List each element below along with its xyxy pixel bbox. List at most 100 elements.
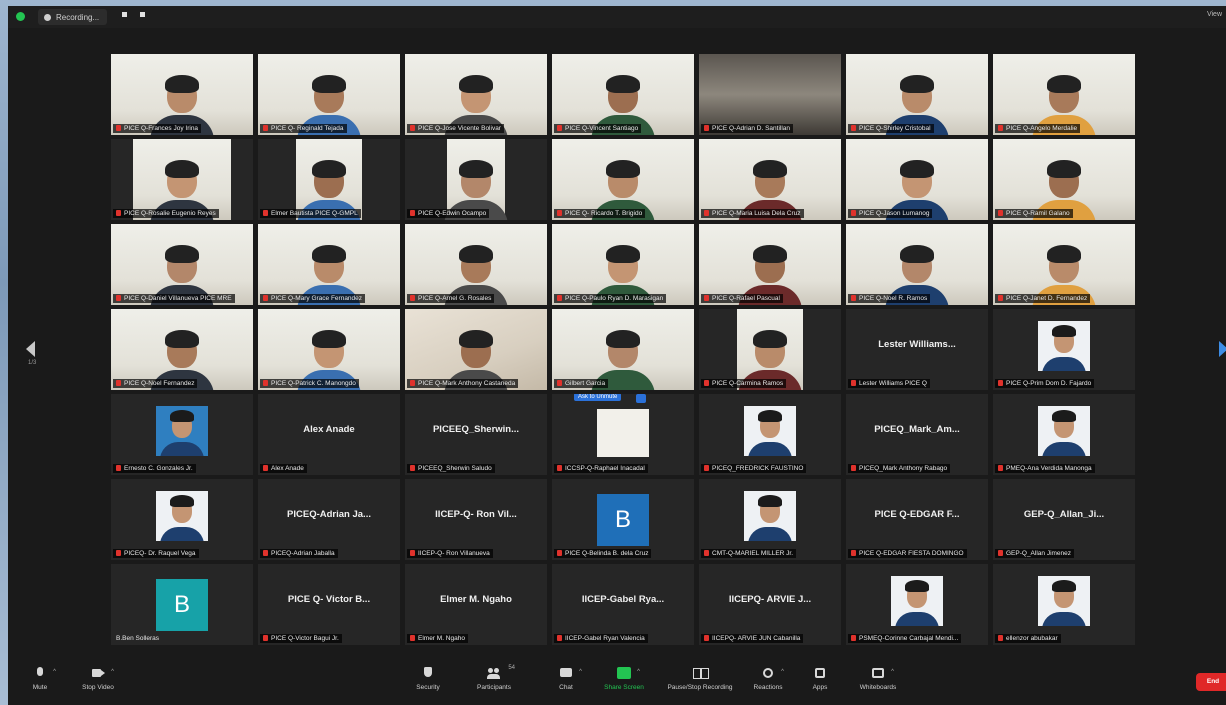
muted-mic-icon: [704, 550, 709, 556]
muted-mic-icon: [116, 125, 121, 131]
participant-tile[interactable]: PICE Q-Jason Lumanog: [846, 139, 988, 220]
participant-video: [846, 224, 988, 305]
participant-tile[interactable]: PICEQ-Adrian Ja... PICEQ-Adrian Jaballa: [258, 479, 400, 560]
participant-name: PICE Q-Patrick C. Manongdo: [260, 379, 359, 388]
stop-recording-icon[interactable]: [140, 12, 145, 17]
security-shield-icon[interactable]: [16, 12, 25, 21]
participant-video: [111, 309, 253, 390]
participant-tile[interactable]: Elmer Bautista PICE Q-GMPL: [258, 139, 400, 220]
participant-tile[interactable]: PICE Q-Noel R. Ramos: [846, 224, 988, 305]
muted-mic-icon: [557, 380, 562, 386]
participant-tile[interactable]: PICE Q-Daniel Villanueva PICE MRE: [111, 224, 253, 305]
participant-tile[interactable]: PICE Q-Carmina Ramos: [699, 309, 841, 390]
participant-name: PICE Q-Janet D. Fernandez: [995, 294, 1091, 303]
more-options-icon[interactable]: [636, 394, 646, 403]
participant-tile[interactable]: B B.Ben Solleras: [111, 564, 253, 645]
participant-tile[interactable]: Gilbert Garcia: [552, 309, 694, 390]
participant-tile[interactable]: PICE Q- Reginald Tejada: [258, 54, 400, 135]
pause-stop-recording-button[interactable]: Pause/Stop Recording: [658, 667, 742, 691]
participant-tile[interactable]: PICE Q-Ramil Galano: [993, 139, 1135, 220]
muted-mic-icon: [704, 635, 709, 641]
participant-tile[interactable]: IICEP-Gabel Rya... IICEP-Gabel Ryan Valen…: [552, 564, 694, 645]
muted-mic-icon: [116, 295, 121, 301]
participant-tile[interactable]: Ask to Unmute ICCSP-Q-Raphael Inacadal: [552, 394, 694, 475]
participant-tile[interactable]: GEP-Q_Allan_Ji... GEP-Q_Allan Jimenez: [993, 479, 1135, 560]
reactions-button[interactable]: ^ Reactions: [738, 667, 798, 691]
participant-tile[interactable]: PSMEQ-Corinne Carbajal Mendi...: [846, 564, 988, 645]
previous-page-arrow-icon[interactable]: [26, 341, 35, 357]
security-label: Security: [416, 684, 440, 691]
participant-tile[interactable]: PICE Q-Maria Luisa Dela Cruz: [699, 139, 841, 220]
participant-tile[interactable]: PICE Q-Rosalie Eugenio Reyes: [111, 139, 253, 220]
participant-tile[interactable]: IICEP-Q- Ron Vil... IICEP-Q- Ron Villanue…: [405, 479, 547, 560]
participant-tile[interactable]: PICE Q-Arnel G. Rosales: [405, 224, 547, 305]
participant-tile[interactable]: PICE Q-Prim Dom D. Fajardo: [993, 309, 1135, 390]
participant-tile[interactable]: PICE Q- Victor B... PICE Q-Victor Bagui J…: [258, 564, 400, 645]
participant-tile[interactable]: PICE Q-Mary Grace Fernandez: [258, 224, 400, 305]
participant-tile[interactable]: PICE Q-Rafael Pascual: [699, 224, 841, 305]
participant-name-text: PICE Q-Mark Anthony Castaneda: [418, 380, 516, 387]
share-screen-button[interactable]: ^ Share Screen: [594, 667, 654, 691]
muted-mic-icon: [704, 465, 709, 471]
participant-name-text: PICE Q-Angelo Merdalie: [1006, 125, 1078, 132]
participant-name-text: PICE Q-Noel Fernandez: [124, 380, 195, 387]
muted-mic-icon: [410, 550, 415, 556]
participant-tile[interactable]: PICE Q-Paulo Ryan D. Marasigan: [552, 224, 694, 305]
participant-tile[interactable]: PICE Q-EDGAR F... PICE Q-EDGAR FIESTA DOM…: [846, 479, 988, 560]
participant-tile[interactable]: PICE Q-Patrick C. Manongdo: [258, 309, 400, 390]
security-button[interactable]: Security: [398, 667, 458, 691]
participant-tile[interactable]: PICE Q-Janet D. Fernandez: [993, 224, 1135, 305]
participant-tile[interactable]: PICE Q-Frances Joy Irina: [111, 54, 253, 135]
participants-button[interactable]: 54 Participants: [464, 665, 524, 691]
participant-tile[interactable]: PICE Q-Angelo Merdalie: [993, 54, 1135, 135]
participant-tile[interactable]: PICEQ- Dr. Raquel Vega: [111, 479, 253, 560]
muted-mic-icon: [704, 380, 709, 386]
participant-tile[interactable]: Elmer M. Ngaho Elmer M. Ngaho: [405, 564, 547, 645]
participant-tile[interactable]: PICE Q-Noel Fernandez: [111, 309, 253, 390]
participant-tile[interactable]: PICE Q-Jose Vicente Bolivar: [405, 54, 547, 135]
page-indicator: 1/3: [28, 360, 37, 366]
participant-tile[interactable]: Lester Williams... Lester Williams PICE Q: [846, 309, 988, 390]
apps-button[interactable]: Apps: [790, 667, 850, 691]
participant-video: [699, 139, 841, 220]
participant-tile[interactable]: PICEQ_FREDRICK FAUSTINO: [699, 394, 841, 475]
participant-tile[interactable]: PICE Q- Ricardo T. Brigido: [552, 139, 694, 220]
participant-name: ellenzor abubakar: [995, 634, 1061, 643]
participant-tile[interactable]: PMEQ-Ana Verdida Manonga: [993, 394, 1135, 475]
participant-video: [699, 54, 841, 135]
pause-recording-icon[interactable]: [122, 12, 127, 17]
participant-name-text: PSMEQ-Corinne Carbajal Mendi...: [859, 635, 959, 642]
participant-video: [258, 224, 400, 305]
participant-tile[interactable]: PICEQ_Mark_Am... PICEQ_Mark Anthony Rabag…: [846, 394, 988, 475]
participant-tile[interactable]: B PICE Q-Belinda B. dela Cruz: [552, 479, 694, 560]
participant-tile[interactable]: Alex Anade Alex Anade: [258, 394, 400, 475]
participant-tile[interactable]: ellenzor abubakar: [993, 564, 1135, 645]
participant-video: [846, 54, 988, 135]
ask-to-unmute-button[interactable]: Ask to Unmute: [574, 394, 622, 401]
end-meeting-button[interactable]: End: [1196, 673, 1226, 691]
view-button[interactable]: View: [1207, 11, 1222, 18]
participant-video: [699, 224, 841, 305]
participant-tile[interactable]: PICE Q-Shirley Cristobal: [846, 54, 988, 135]
next-page-arrow-icon[interactable]: [1219, 341, 1226, 357]
participant-video: [552, 54, 694, 135]
stop-video-button[interactable]: ^ Stop Video: [68, 667, 128, 691]
participant-tile[interactable]: IICEPQ- ARVIE J... IICEPQ- ARVIE JUN Caba…: [699, 564, 841, 645]
recording-indicator[interactable]: Recording...: [38, 9, 108, 25]
chat-button[interactable]: ^ Chat: [536, 667, 596, 691]
muted-mic-icon: [557, 465, 562, 471]
participant-tile[interactable]: PICE Q-Mark Anthony Castaneda: [405, 309, 547, 390]
participant-tile[interactable]: PICE Q-Adrian D. Santillan: [699, 54, 841, 135]
participant-tile[interactable]: Ernesto C. Gonzales Jr.: [111, 394, 253, 475]
participant-name-text: ellenzor abubakar: [1006, 635, 1058, 642]
participant-name: PICE Q-Carmina Ramos: [701, 379, 787, 388]
participant-tile[interactable]: CMT-Q-MARIEL MILLER Jr.: [699, 479, 841, 560]
participant-name-text: PICE Q-Frances Joy Irina: [124, 125, 199, 132]
mute-button[interactable]: ^ Mute: [10, 667, 70, 691]
participant-name: ICCSP-Q-Raphael Inacadal: [554, 464, 648, 473]
participant-name-text: ICCSP-Q-Raphael Inacadal: [565, 465, 645, 472]
participant-tile[interactable]: PICE Q-Vincent Santiago: [552, 54, 694, 135]
participant-tile[interactable]: PICE Q-Edwin Ocampo: [405, 139, 547, 220]
participant-tile[interactable]: PICEEQ_Sherwin... PICEEQ_Sherwin Saludo: [405, 394, 547, 475]
whiteboards-button[interactable]: ^ Whiteboards: [848, 667, 908, 691]
